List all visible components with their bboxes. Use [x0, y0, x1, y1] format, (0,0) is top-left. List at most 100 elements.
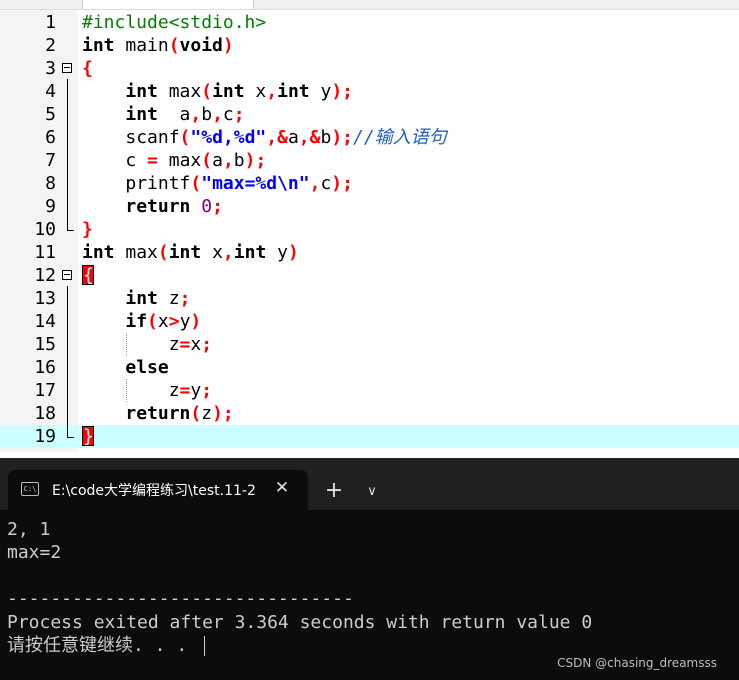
symbol: = — [147, 150, 158, 171]
code-line-5[interactable]: 5 int a,b,c; — [0, 103, 739, 126]
symbol: = — [179, 334, 191, 355]
line-number: 2 — [45, 35, 56, 56]
line-number: 5 — [45, 104, 56, 125]
keyword: return — [125, 403, 191, 424]
code-line-18[interactable]: 18 return(z); — [0, 402, 739, 425]
code-line-6[interactable]: 6 scanf("%d,%d",&a,&b);//输入语句 — [0, 126, 739, 149]
code-line-17[interactable]: 17 z=y; — [0, 379, 739, 402]
symbol: ( — [190, 403, 202, 424]
code-text: } — [82, 218, 93, 241]
symbol: ( — [201, 81, 213, 102]
code-line-16[interactable]: 16 else — [0, 356, 739, 379]
code-line-8[interactable]: 8 printf("max=%d\n",c); — [0, 172, 739, 195]
keyword: if — [125, 311, 148, 332]
identifier: x — [244, 81, 267, 102]
keyword: else — [125, 357, 169, 378]
identifier: a — [287, 127, 299, 148]
symbol: > — [168, 311, 180, 332]
symbol: ( — [179, 127, 191, 148]
code-line-13[interactable]: 13 int z; — [0, 287, 739, 310]
identifier: z — [157, 288, 180, 309]
identifier: max — [157, 81, 202, 102]
identifier: x — [201, 242, 223, 263]
text-cursor — [204, 636, 206, 656]
code-text: scanf("%d,%d",&a,&b);//输入语句 — [82, 126, 446, 149]
keyword: return — [125, 196, 191, 217]
terminal-tab-icon: C:\ — [21, 482, 39, 496]
identifier: a — [157, 104, 191, 125]
symbol: ; — [201, 334, 213, 355]
symbol: ; — [201, 380, 213, 401]
code-line-11[interactable]: 11 int max(int x,int y) — [0, 241, 739, 264]
code-line-10[interactable]: 10 } — [0, 218, 739, 241]
line-number: 9 — [45, 196, 56, 217]
symbol: ); — [331, 173, 353, 194]
code-line-3[interactable]: 3 { — [0, 57, 739, 80]
output-line: max=2 — [7, 542, 62, 563]
fold-minus-icon[interactable] — [62, 270, 72, 280]
editor-tab-strip — [0, 0, 739, 10]
line-number: 19 — [34, 426, 56, 447]
symbol: ; — [179, 288, 191, 309]
symbol: ); — [244, 150, 267, 171]
code-line-4[interactable]: 4 int max(int x,int y); — [0, 80, 739, 103]
identifier: y — [179, 311, 191, 332]
code-text: int max(int x,int y); — [82, 80, 353, 103]
code-line-19-current[interactable]: 19 } — [0, 425, 739, 448]
symbol: , — [309, 173, 321, 194]
code-text: #include<stdio.h> — [82, 11, 266, 34]
output-line: Process exited after 3.364 seconds with … — [7, 612, 593, 633]
identifier: z — [201, 403, 213, 424]
code-text: int z; — [82, 287, 190, 310]
terminal-tab[interactable]: C:\ E:\code大学编程练习\test.11-2 ✕ — [8, 470, 308, 510]
plus-icon[interactable]: + — [322, 480, 346, 504]
line-number: 16 — [34, 357, 56, 378]
terminal-output[interactable]: 2, 1 max=2 -----------------------------… — [0, 510, 739, 680]
symbol: = — [179, 380, 191, 401]
identifier: max — [114, 242, 158, 263]
code-line-14[interactable]: 14 if(x>y) — [0, 310, 739, 333]
line-number: 6 — [45, 127, 56, 148]
symbol: ( — [147, 311, 158, 332]
code-line-7[interactable]: 7 c = max(a,b); — [0, 149, 739, 172]
symbol: ) — [287, 242, 299, 263]
fold-end-marker — [67, 218, 74, 231]
code-text: { — [82, 264, 94, 287]
code-line-15[interactable]: 15 z=x; — [0, 333, 739, 356]
symbol: ); — [212, 403, 234, 424]
fold-minus-icon[interactable] — [62, 63, 72, 73]
close-icon[interactable]: ✕ — [270, 476, 294, 500]
code-line-9[interactable]: 9 return 0; — [0, 195, 739, 218]
string-literal: "max=%d\n" — [201, 173, 310, 194]
keyword: int — [212, 81, 245, 102]
code-text: return(z); — [82, 402, 234, 425]
code-line-12[interactable]: 12 { — [0, 264, 739, 287]
symbol: ( — [201, 150, 213, 171]
code-line-1[interactable]: 1 #include<stdio.h> — [0, 11, 739, 34]
identifier: a — [212, 150, 223, 171]
keyword: int — [125, 288, 158, 309]
symbol: ,& — [266, 127, 288, 148]
tab-title: E:\code大学编程练习\test.11-2 — [52, 483, 256, 499]
line-number: 14 — [34, 311, 56, 332]
code-text: if(x>y) — [82, 310, 201, 333]
code-editor[interactable]: 1 #include<stdio.h> 2 int main(void) 3 {… — [0, 0, 739, 452]
identifier: max — [157, 150, 202, 171]
code-line-2[interactable]: 2 int main(void) — [0, 34, 739, 57]
chevron-down-icon[interactable]: ∨ — [360, 480, 384, 504]
keyword: int — [82, 242, 115, 263]
terminal-tab-bar: C:\ E:\code大学编程练习\test.11-2 ✕ + ∨ — [0, 458, 739, 510]
editor-tab[interactable] — [82, 0, 254, 9]
symbol: ; — [212, 196, 223, 217]
terminal-window[interactable]: C:\ E:\code大学编程练习\test.11-2 ✕ + ∨ 2, 1 m… — [0, 458, 739, 680]
code-text: int main(void) — [82, 34, 234, 57]
preprocessor-directive: #include<stdio.h> — [82, 12, 267, 33]
identifier: main — [114, 35, 169, 56]
identifier: x — [190, 334, 202, 355]
